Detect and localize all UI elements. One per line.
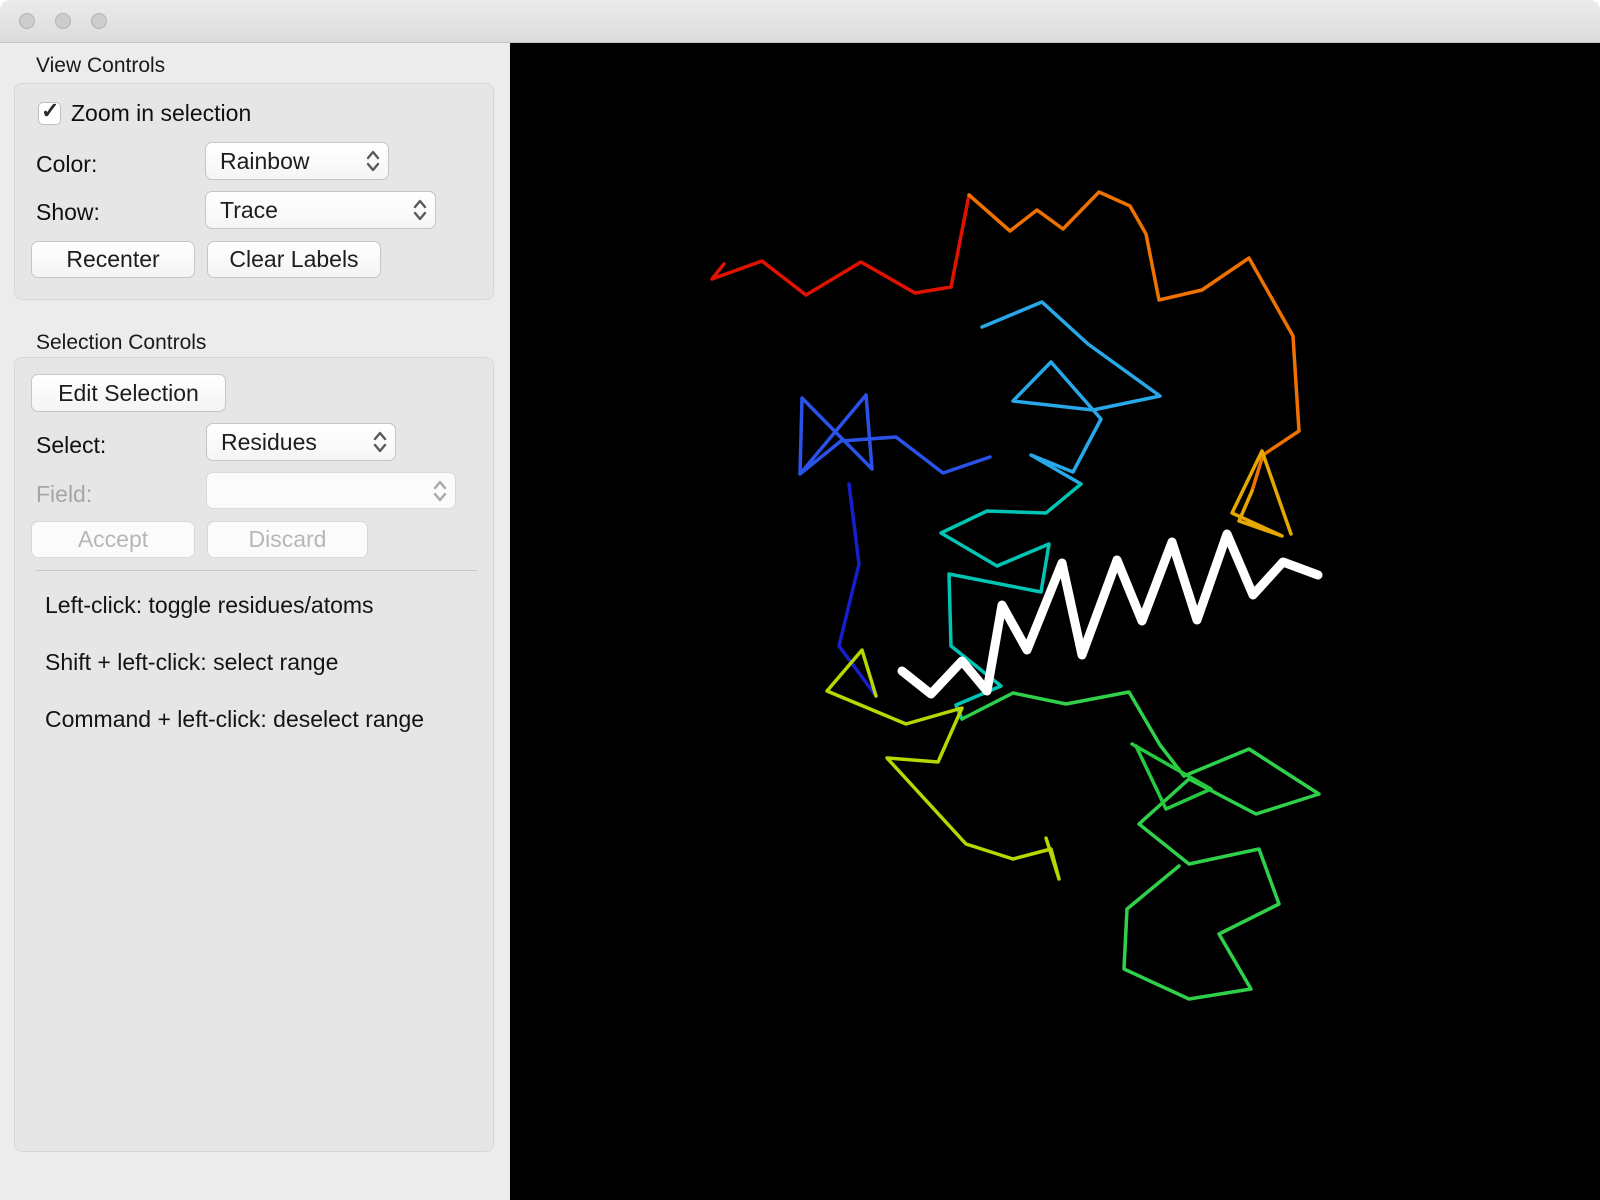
color-popup[interactable]: Rainbow xyxy=(205,142,389,180)
trace-segment-dark-blue xyxy=(837,482,878,698)
title-bar xyxy=(0,0,1600,43)
view-controls-title: View Controls xyxy=(36,54,166,77)
minimize-button[interactable] xyxy=(55,13,71,29)
trace-segment-orange xyxy=(967,190,1301,493)
updown-chevron-icon xyxy=(366,150,380,172)
updown-chevron-icon xyxy=(433,480,447,501)
selection-controls-title: Selection Controls xyxy=(36,331,207,354)
edit-selection-button[interactable]: Edit Selection xyxy=(31,374,226,412)
zoom-in-selection-label: Zoom in selection xyxy=(71,100,252,126)
control-sidebar: View Controls ✓ Zoom in selection Color:… xyxy=(0,43,510,1200)
recenter-button[interactable]: Recenter xyxy=(31,241,195,278)
show-popup-value: Trace xyxy=(220,196,278,223)
updown-chevron-icon xyxy=(373,431,387,453)
trace-segment-n-terminus-red xyxy=(710,193,971,297)
select-popup-value: Residues xyxy=(221,428,317,455)
trace-segment-teal xyxy=(939,482,1083,721)
trace-segment-blue xyxy=(798,393,992,476)
color-popup-value: Rainbow xyxy=(220,147,310,174)
trace-segment-sky-blue xyxy=(980,300,1162,486)
discard-button[interactable]: Discard xyxy=(207,521,368,558)
trace-segment-selected-residues-white xyxy=(897,529,1323,699)
checkmark-icon: ✓ xyxy=(41,98,60,123)
zoom-in-selection-checkbox[interactable]: ✓ xyxy=(38,98,61,125)
trace-segment-green-knot xyxy=(1130,742,1213,811)
molecule-viewport[interactable] xyxy=(510,43,1600,1200)
app-window: View Controls ✓ Zoom in selection Color:… xyxy=(0,0,1600,1200)
accept-button[interactable]: Accept xyxy=(31,521,195,558)
color-label: Color: xyxy=(36,151,98,177)
trace-segment-green xyxy=(960,690,1321,1001)
show-label: Show: xyxy=(36,199,100,225)
zoom-window-button[interactable] xyxy=(91,13,107,29)
clear-labels-button[interactable]: Clear Labels xyxy=(207,241,381,278)
field-label: Field: xyxy=(36,481,93,507)
instructions-divider xyxy=(36,570,477,571)
select-label: Select: xyxy=(36,432,107,458)
instruction-left-click: Left-click: toggle residues/atoms xyxy=(45,592,374,618)
field-popup[interactable] xyxy=(206,472,456,509)
instruction-command-left-click: Command + left-click: deselect range xyxy=(45,706,425,732)
show-popup[interactable]: Trace xyxy=(205,191,436,229)
instruction-shift-left-click: Shift + left-click: select range xyxy=(45,649,339,675)
updown-chevron-icon xyxy=(413,199,427,221)
protein-trace-svg xyxy=(710,190,1323,1001)
close-button[interactable] xyxy=(19,13,35,29)
select-popup[interactable]: Residues xyxy=(206,423,396,461)
